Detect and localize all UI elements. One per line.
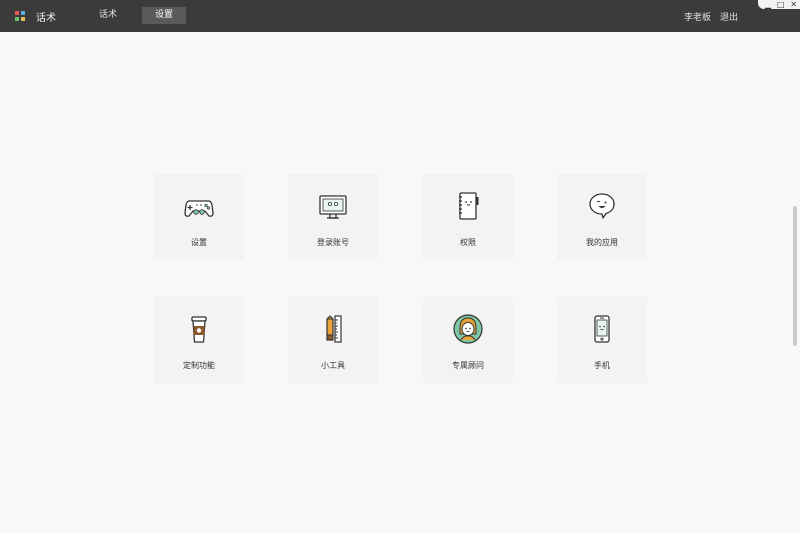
tile-login-account[interactable]: 登录账号 xyxy=(288,174,378,260)
app-logo-icon xyxy=(15,11,25,21)
tile-label: 我的应用 xyxy=(586,238,618,247)
title-bar: 话术 话术 设置 李老板 退出 ▁ □ ✕ xyxy=(0,0,800,32)
user-name[interactable]: 李老板 xyxy=(684,10,711,23)
tile-dedicated-advisor[interactable]: 专属顾问 xyxy=(423,297,513,383)
tile-label: 登录账号 xyxy=(317,238,349,247)
tile-permissions[interactable]: 权限 xyxy=(423,174,513,260)
tile-phone[interactable]: 手机 xyxy=(557,297,647,383)
tile-label: 小工具 xyxy=(321,361,345,370)
tab-scripts[interactable]: 话术 xyxy=(90,7,126,24)
advisor-avatar-icon xyxy=(453,314,483,344)
minimize-icon[interactable]: ▁ xyxy=(765,0,771,9)
tile-tools[interactable]: 小工具 xyxy=(288,297,378,383)
phone-icon xyxy=(594,315,610,343)
notebook-icon xyxy=(459,192,479,220)
monitor-icon xyxy=(319,195,347,219)
coffee-cup-icon xyxy=(191,316,207,343)
close-icon[interactable]: ✕ xyxy=(790,0,797,9)
gamepad-icon xyxy=(184,200,214,217)
tile-settings[interactable]: 设置 xyxy=(154,174,244,260)
logout-button[interactable]: 退出 xyxy=(720,10,738,23)
chat-bubble-icon xyxy=(589,193,615,219)
app-window: 话术 话术 设置 李老板 退出 ▁ □ ✕ 设置 登录账号 权限 我的应用 定制… xyxy=(0,0,800,533)
maximize-icon[interactable]: □ xyxy=(777,0,785,9)
tile-my-apps[interactable]: 我的应用 xyxy=(557,174,647,260)
tile-label: 定制功能 xyxy=(183,361,215,370)
pencil-ruler-icon xyxy=(326,315,342,343)
tile-label: 手机 xyxy=(594,361,610,370)
tile-label: 权限 xyxy=(460,238,476,247)
tile-label: 专属顾问 xyxy=(452,361,484,370)
tile-label: 设置 xyxy=(191,238,207,247)
main-content: 设置 登录账号 权限 我的应用 定制功能 小工具 专属顾问 手机 xyxy=(0,32,800,533)
tile-custom-features[interactable]: 定制功能 xyxy=(154,297,244,383)
window-controls: ▁ □ ✕ xyxy=(758,0,800,9)
vertical-scrollbar[interactable] xyxy=(793,206,797,346)
tab-settings[interactable]: 设置 xyxy=(142,7,186,24)
app-title: 话术 xyxy=(36,13,56,24)
